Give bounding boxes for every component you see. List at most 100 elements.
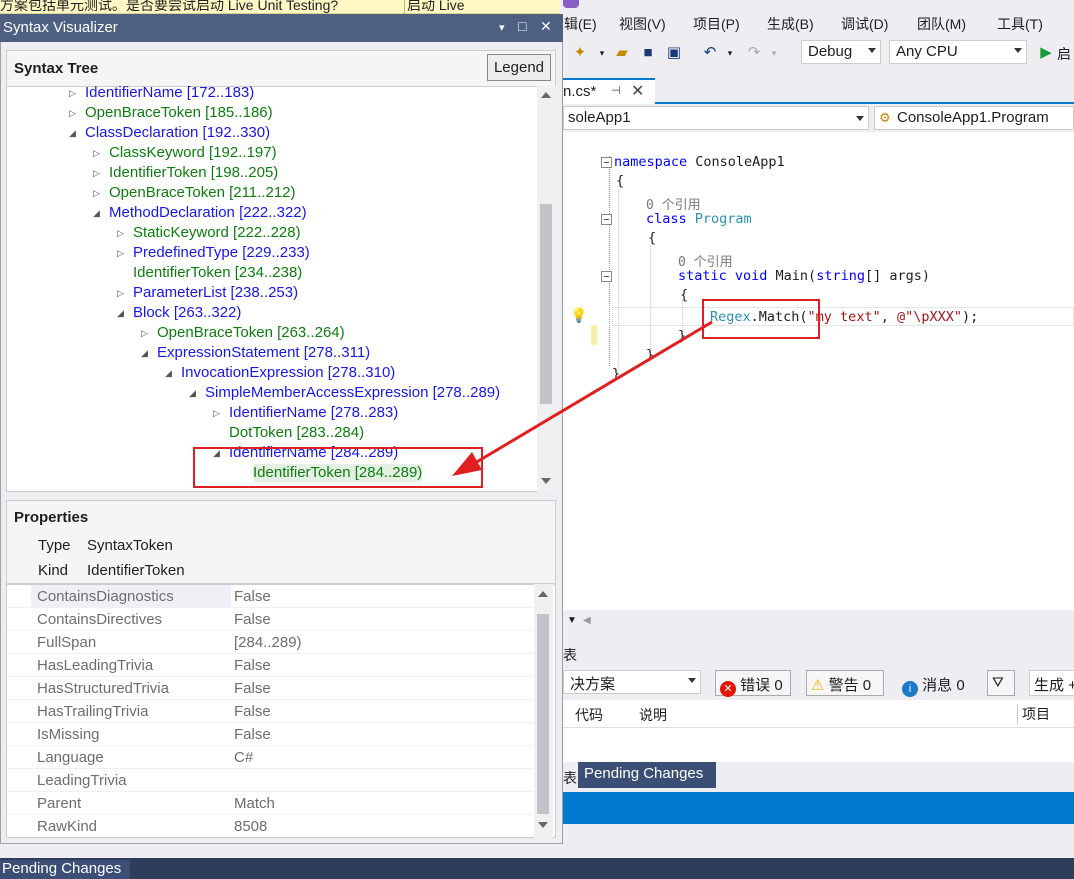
start-debugging-icon[interactable]: ▶ <box>1037 44 1055 62</box>
menu-team[interactable]: 团队(M) <box>917 14 966 34</box>
tree-node[interactable]: OpenBraceToken [211..212) <box>109 184 296 202</box>
collapse-node-icon[interactable]: ◢ <box>189 384 196 402</box>
scroll-down-icon[interactable] <box>541 478 551 484</box>
property-row[interactable]: Parent Match <box>7 792 537 815</box>
type-dropdown[interactable]: ⚙ ConsoleApp1.Program <box>874 106 1074 130</box>
pin-icon[interactable]: ⊣ <box>611 84 621 97</box>
new-item-dropdown-icon[interactable]: ▾ <box>593 44 611 62</box>
errors-filter-button[interactable]: ✕ 错误 0 <box>715 670 791 697</box>
close-icon[interactable]: ✕ <box>540 18 552 35</box>
scrollbar-thumb[interactable] <box>540 204 552 404</box>
syntax-visualizer-title-bar[interactable]: Syntax Visualizer ▾ □ ✕ <box>0 14 563 42</box>
property-row[interactable]: LeadingTrivia <box>7 769 537 792</box>
expand-node-icon[interactable]: ▷ <box>141 324 148 342</box>
redo-dropdown-icon[interactable]: ▾ <box>765 44 783 62</box>
tree-node[interactable]: IdentifierName [172..183) <box>85 86 254 102</box>
document-tab[interactable]: n.cs* ⊣ ✕ <box>563 78 655 104</box>
expand-node-icon[interactable]: ▷ <box>213 404 220 422</box>
expand-node-icon[interactable]: ▷ <box>93 184 100 202</box>
collapse-node-icon[interactable]: ◢ <box>165 364 172 382</box>
build-intellisense-select[interactable]: 生成 + <box>1029 670 1074 696</box>
tree-node[interactable]: StaticKeyword [222..228) <box>133 224 301 242</box>
pending-changes-tab[interactable]: Pending Changes <box>578 762 716 788</box>
collapse-node-icon[interactable]: ◢ <box>117 304 124 322</box>
scroll-up-icon[interactable] <box>541 92 551 98</box>
scrollbar-thumb[interactable] <box>537 614 549 814</box>
warnings-filter-button[interactable]: ⚠ 警告 0 <box>806 670 884 696</box>
undo-dropdown-icon[interactable]: ▾ <box>721 44 739 62</box>
property-row[interactable]: HasLeadingTrivia False <box>7 654 537 677</box>
editor-horizontal-scrollbar[interactable]: ▼ ◀ <box>563 610 1074 630</box>
window-menu-icon[interactable]: ▾ <box>499 21 505 34</box>
tree-node[interactable]: SimpleMemberAccessExpression [278..289) <box>205 384 500 402</box>
scroll-up-icon[interactable] <box>538 591 548 597</box>
save-icon[interactable]: ■ <box>639 44 657 62</box>
expand-node-icon[interactable]: ▷ <box>93 164 100 182</box>
expand-node-icon[interactable]: ▷ <box>69 86 76 102</box>
column-header-code[interactable]: 代码 <box>575 705 603 725</box>
menu-project[interactable]: 项目(P) <box>693 14 740 34</box>
menu-debug[interactable]: 调试(D) <box>841 14 888 34</box>
expand-node-icon[interactable]: ▷ <box>117 244 124 262</box>
menu-view[interactable]: 视图(V) <box>619 14 666 34</box>
open-folder-icon[interactable]: ▰ <box>613 44 631 62</box>
tree-node[interactable]: ParameterList [238..253) <box>133 284 298 302</box>
tree-node[interactable]: ClassDeclaration [192..330) <box>85 124 270 142</box>
property-row[interactable]: ContainsDirectives False <box>7 608 537 631</box>
collapse-node-icon[interactable]: ◢ <box>69 124 76 142</box>
pending-changes-bottom-tab[interactable]: Pending Changes <box>0 860 130 879</box>
expand-node-icon[interactable]: ▷ <box>69 104 76 122</box>
property-row[interactable]: Language C# <box>7 746 537 769</box>
tree-node[interactable]: InvocationExpression [278..310) <box>181 364 395 382</box>
maximize-icon[interactable]: □ <box>518 18 526 34</box>
tree-node[interactable]: DotToken [283..284) <box>229 424 364 442</box>
tree-node[interactable]: PredefinedType [229..233) <box>133 244 310 262</box>
filter-toggle-button[interactable]: ⛛ <box>987 670 1015 696</box>
expand-node-icon[interactable]: ▷ <box>117 284 124 302</box>
project-dropdown[interactable]: soleApp1 <box>563 106 869 130</box>
column-header-project[interactable]: 项目 <box>1017 704 1050 724</box>
tree-node[interactable]: IdentifierToken [198..205) <box>109 164 278 182</box>
redo-icon[interactable]: ↷ <box>745 44 763 62</box>
menu-build[interactable]: 生成(B) <box>767 14 814 34</box>
property-row[interactable]: IsMissing False <box>7 723 537 746</box>
scroll-left-arrow-icon[interactable]: ◀ <box>583 615 591 626</box>
tree-node[interactable]: Block [263..322) <box>133 304 241 322</box>
undo-icon[interactable]: ↶ <box>701 44 719 62</box>
property-row[interactable]: ContainsDiagnostics False <box>7 585 537 608</box>
property-row[interactable]: HasStructuredTrivia False <box>7 677 537 700</box>
code-editor[interactable] <box>563 132 1074 610</box>
collapse-node-icon[interactable]: ◢ <box>93 204 100 222</box>
column-header-description[interactable]: 说明 <box>639 705 667 725</box>
collapse-class-icon[interactable] <box>601 214 612 225</box>
collapse-method-icon[interactable] <box>601 271 612 282</box>
error-list-tab[interactable]: 表 <box>563 768 577 788</box>
tree-node[interactable]: ClassKeyword [192..197) <box>109 144 277 162</box>
property-row[interactable]: HasTrailingTrivia False <box>7 700 537 723</box>
expand-node-icon[interactable]: ▷ <box>93 144 100 162</box>
property-row[interactable]: FullSpan [284..289) <box>7 631 537 654</box>
menu-edit[interactable]: 辑(E) <box>564 14 597 34</box>
scroll-down-icon[interactable] <box>538 822 548 828</box>
collapse-node-icon[interactable]: ◢ <box>141 344 148 362</box>
tree-node[interactable]: OpenBraceToken [185..186) <box>85 104 273 122</box>
solution-platform-select[interactable]: Any CPU <box>889 40 1027 64</box>
tree-node[interactable]: MethodDeclaration [222..322) <box>109 204 307 222</box>
solution-configuration-select[interactable]: Debug <box>801 40 881 64</box>
messages-filter-button[interactable]: i 消息 0 <box>897 670 973 697</box>
scroll-left-icon[interactable]: ▼ <box>567 615 577 626</box>
tree-node[interactable]: IdentifierName [278..283) <box>229 404 398 422</box>
start-live-testing-link[interactable]: 启动 Live <box>404 0 467 15</box>
lightbulb-icon[interactable]: 💡 <box>570 307 587 324</box>
tree-node[interactable]: IdentifierToken [234..238) <box>133 264 302 282</box>
tree-node[interactable]: ExpressionStatement [278..311) <box>157 344 370 362</box>
property-grid-scrollbar[interactable] <box>534 584 553 838</box>
error-scope-select[interactable]: 决方案 <box>563 670 701 694</box>
new-item-icon[interactable]: ✦ <box>571 44 589 62</box>
save-all-icon[interactable]: ▣ <box>665 44 683 62</box>
tree-node[interactable]: OpenBraceToken [263..264) <box>157 324 345 342</box>
legend-button[interactable]: Legend <box>487 54 551 81</box>
property-row[interactable]: RawKind 8508 <box>7 815 537 837</box>
expand-node-icon[interactable]: ▷ <box>117 224 124 242</box>
syntax-tree-scrollbar[interactable] <box>537 86 556 492</box>
